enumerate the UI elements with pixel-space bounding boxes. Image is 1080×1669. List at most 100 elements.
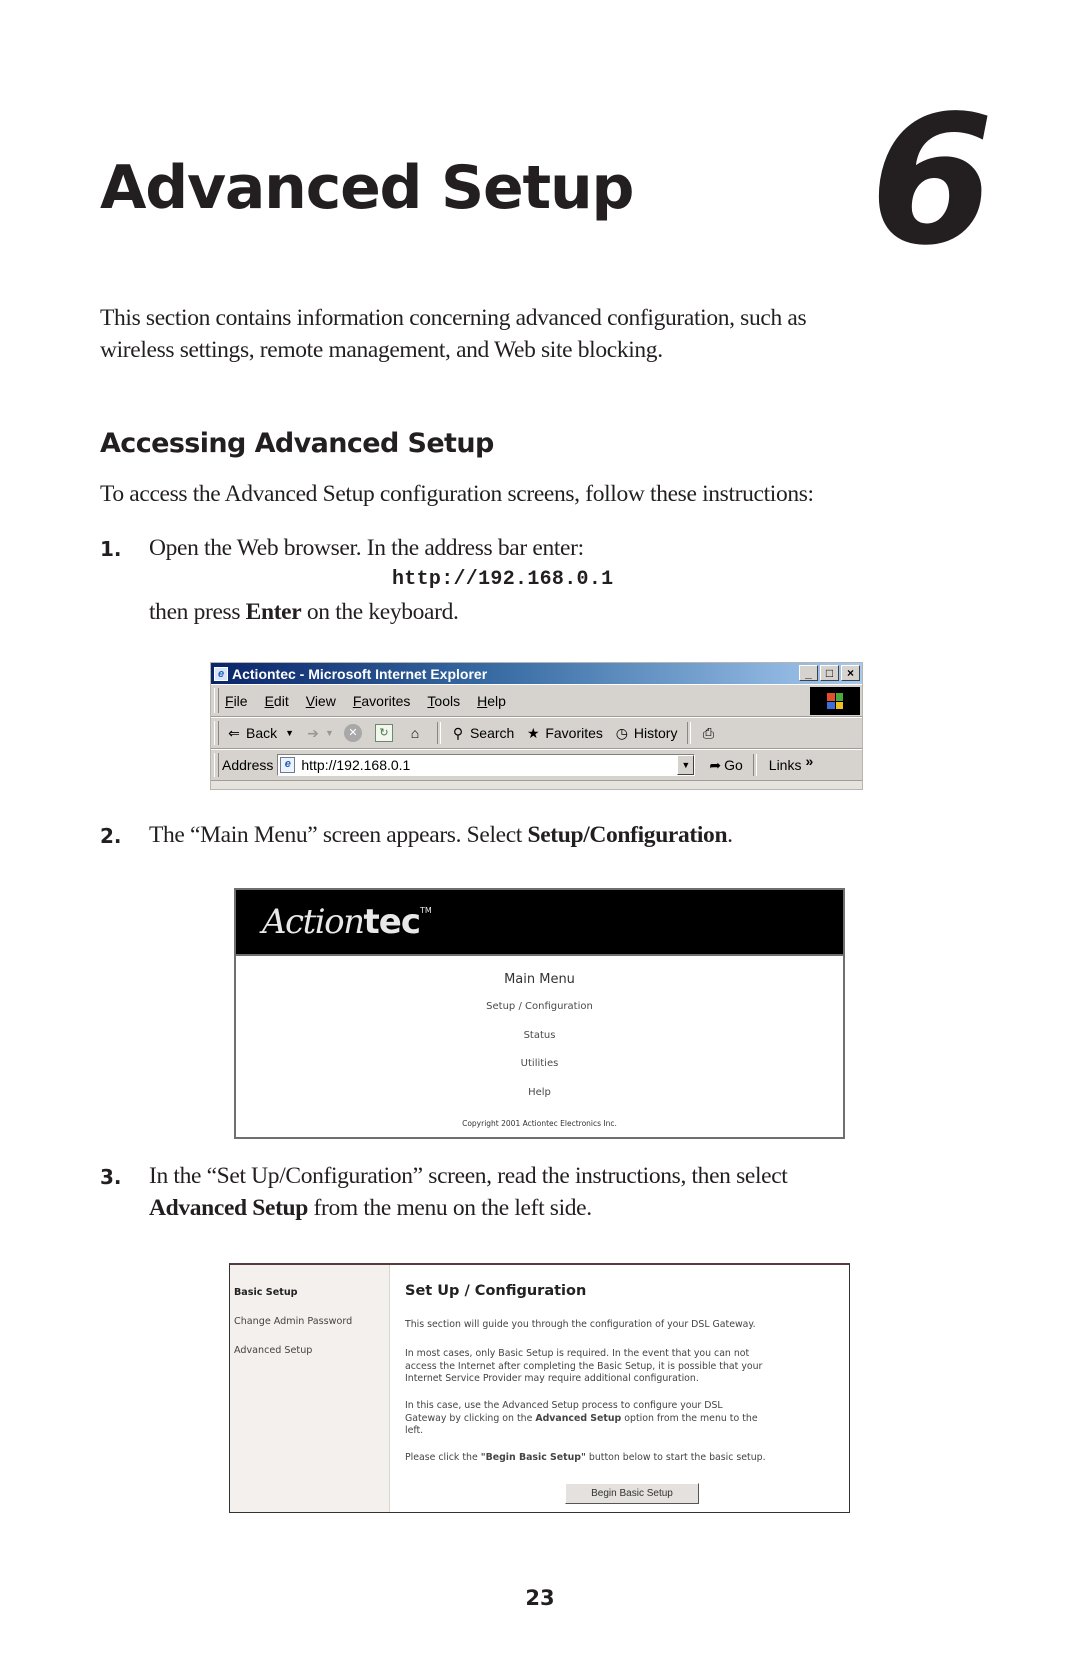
menu-file[interactable]: File	[225, 693, 248, 709]
main-menu-title: Main Menu	[504, 972, 575, 987]
toolbar-grip[interactable]	[214, 721, 219, 745]
search-label: Search	[469, 725, 515, 741]
toolbar-separator	[752, 754, 757, 776]
paragraph-line: In this case, use the Advanced Setup pro…	[405, 1400, 723, 1411]
history-label: History	[633, 725, 678, 741]
toolbar-separator	[436, 722, 441, 744]
back-label: Back	[246, 725, 278, 741]
setup-paragraph: Please click the "Begin Basic Setup" but…	[405, 1452, 766, 1465]
menu-link-utilities[interactable]: Utilities	[236, 1058, 843, 1069]
sidebar-item-advanced-setup[interactable]: Advanced Setup	[234, 1345, 312, 1356]
favorites-button[interactable]: ★ Favorites	[524, 724, 603, 742]
actiontec-logo: ActiontecTM	[262, 902, 432, 942]
windows-logo-icon	[810, 687, 860, 715]
favorites-folder-icon: ★	[527, 725, 540, 741]
text: The “Main Menu” screen appears. Select	[149, 822, 528, 848]
minimize-icon[interactable]: _	[799, 665, 818, 681]
intro-paragraph: This section contains information concer…	[100, 302, 807, 366]
step-line: In the “Set Up/Configuration” screen, re…	[149, 1163, 788, 1189]
close-icon[interactable]: ×	[841, 665, 860, 681]
intro-line: This section contains information concer…	[100, 305, 807, 331]
step-number: 1.	[100, 537, 122, 561]
maximize-icon[interactable]: □	[820, 665, 839, 681]
search-button[interactable]: ⚲ Search	[449, 724, 515, 742]
browser-titlebar: e Actiontec - Microsoft Internet Explore…	[211, 663, 862, 684]
emphasis: Advanced Setup	[535, 1412, 622, 1424]
menu-reference: Setup/Configuration	[527, 822, 728, 848]
dropdown-arrow-icon[interactable]: ▼	[325, 728, 334, 738]
dropdown-arrow-icon[interactable]: ▼	[285, 728, 294, 738]
chapter-number: 6	[870, 77, 994, 284]
paragraph-line: In most cases, only Basic Setup is requi…	[405, 1348, 750, 1359]
logo-bold: tec	[363, 902, 421, 942]
menu-link-setup-configuration[interactable]: Setup / Configuration	[236, 1001, 843, 1012]
browser-menubar: File Edit View Favorites Tools Help	[211, 684, 862, 717]
browser-toolbar: ⇐ Back ▼ ➔ ▼ ✕ ↻ ⌂ ⚲ Search ★ Favorites ◷ Hist…	[211, 717, 862, 749]
text: .	[727, 822, 733, 848]
emphasis: "Begin Basic Setup"	[480, 1452, 586, 1463]
home-button[interactable]: ⌂	[406, 724, 427, 742]
sidebar-item-basic-setup[interactable]: Basic Setup	[234, 1287, 298, 1298]
go-button[interactable]: ➦ Go	[709, 757, 742, 774]
menu-help[interactable]: Help	[477, 693, 506, 709]
back-button[interactable]: ⇐ Back ▼	[225, 724, 294, 742]
step-text: The “Main Menu” screen appears. Select S…	[149, 819, 733, 851]
links-label: Links	[768, 757, 802, 773]
text: Please click the	[405, 1452, 481, 1463]
step-text: In the “Set Up/Configuration” screen, re…	[149, 1160, 788, 1224]
sidebar-item-change-admin-password[interactable]: Change Admin Password	[234, 1316, 352, 1327]
forward-arrow-icon: ➔	[307, 725, 319, 741]
toolbar-grip[interactable]	[214, 753, 219, 777]
page-icon: e	[280, 757, 296, 773]
print-icon: ⎙	[702, 725, 715, 741]
stop-icon: ✕	[343, 724, 362, 742]
step-url: http://192.168.0.1	[392, 568, 614, 591]
text: option from the menu to the	[621, 1412, 758, 1424]
browser-content-edge	[211, 781, 862, 789]
menu-link-help[interactable]: Help	[236, 1087, 843, 1098]
address-input[interactable]: e http://192.168.0.1 ▼	[277, 754, 696, 776]
menu-view[interactable]: View	[306, 693, 336, 709]
browser-title: Actiontec - Microsoft Internet Explorer	[232, 665, 488, 682]
main-menu-screenshot: ActiontecTM Main Menu Setup / Configurat…	[234, 888, 845, 1139]
history-button[interactable]: ◷ History	[613, 724, 678, 742]
paragraph-line: access the Internet after completing the…	[405, 1360, 763, 1372]
forward-button[interactable]: ➔ ▼	[304, 724, 334, 742]
menu-edit[interactable]: Edit	[265, 693, 289, 709]
section-intro: To access the Advanced Setup configurati…	[100, 481, 814, 507]
begin-basic-setup-button[interactable]: Begin Basic Setup	[565, 1483, 699, 1504]
toolbar-separator	[687, 722, 692, 744]
address-value[interactable]: http://192.168.0.1	[301, 757, 410, 773]
chevron-icon: »	[805, 753, 814, 769]
links-button[interactable]: Links»	[768, 753, 813, 773]
ie-icon: e	[214, 666, 228, 681]
trademark: TM	[419, 906, 432, 915]
menu-tools[interactable]: Tools	[427, 693, 460, 709]
paragraph-line: Internet Service Provider may require ad…	[405, 1373, 699, 1385]
print-button[interactable]: ⎙	[699, 724, 720, 742]
history-clock-icon: ◷	[615, 725, 629, 741]
text: button below to start the basic setup.	[585, 1452, 766, 1463]
section-heading: Accessing Advanced Setup	[100, 428, 494, 459]
key-name: Enter	[245, 599, 302, 625]
page-number: 23	[525, 1586, 555, 1610]
toolbar-grip[interactable]	[214, 688, 219, 713]
menu-reference: Advanced Setup	[149, 1195, 308, 1221]
back-arrow-icon: ⇐	[228, 725, 240, 741]
dropdown-arrow-icon[interactable]: ▼	[677, 755, 695, 775]
text: Gateway by clicking on the	[405, 1412, 536, 1424]
menu-link-status[interactable]: Status	[236, 1030, 843, 1041]
home-icon: ⌂	[410, 725, 420, 741]
setup-title: Set Up / Configuration	[405, 1283, 587, 1299]
step-text: then press Enter on the keyboard.	[149, 596, 459, 628]
search-icon: ⚲	[452, 725, 464, 741]
copyright: Copyright 2001 Actiontec Electronics Inc…	[462, 1119, 617, 1128]
menu-favorites[interactable]: Favorites	[353, 693, 411, 709]
refresh-button[interactable]: ↻	[374, 724, 396, 742]
step-number: 2.	[100, 824, 122, 848]
chapter-title: Advanced Setup	[100, 153, 634, 223]
refresh-icon: ↻	[374, 724, 393, 742]
stop-button[interactable]: ✕	[343, 724, 365, 742]
step-number: 3.	[100, 1165, 122, 1189]
paragraph-line: left.	[405, 1425, 424, 1437]
